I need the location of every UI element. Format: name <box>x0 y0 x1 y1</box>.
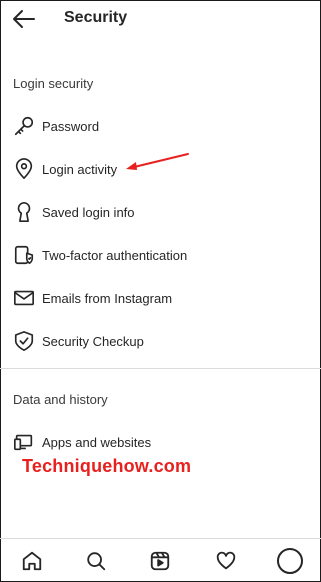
watermark-text: Techniquehow.com <box>22 456 192 476</box>
annotation-arrow <box>126 153 189 170</box>
section-header-login-security: Login security <box>13 76 94 91</box>
menu-label: Emails from Instagram <box>42 290 173 306</box>
profile-avatar <box>277 548 303 574</box>
menu-label: Password <box>42 118 100 134</box>
nav-home[interactable] <box>18 548 46 574</box>
menu-label: Two-factor authentication <box>42 247 188 263</box>
menu-item-saved-login-info[interactable]: Saved login info <box>0 192 321 232</box>
key-icon <box>12 114 36 138</box>
menu-label: Security Checkup <box>42 333 144 349</box>
search-icon <box>87 552 106 571</box>
nav-reels[interactable] <box>146 548 174 574</box>
heart-icon <box>216 551 236 570</box>
shield-phone-icon <box>12 243 36 267</box>
shield-check-icon <box>12 329 36 353</box>
nav-search[interactable] <box>82 548 110 574</box>
location-pin-icon <box>12 157 36 181</box>
nav-activity[interactable] <box>212 548 240 574</box>
menu-item-emails[interactable]: Emails from Instagram <box>0 278 321 318</box>
arrow-left-icon <box>13 10 35 28</box>
bottom-nav-bar <box>0 540 321 580</box>
back-button[interactable] <box>10 6 38 32</box>
menu-item-two-factor[interactable]: Two-factor authentication <box>0 235 321 275</box>
menu-label: Login activity <box>42 161 118 177</box>
devices-icon <box>12 430 36 454</box>
nav-profile[interactable] <box>276 548 304 574</box>
menu-item-security-checkup[interactable]: Security Checkup <box>0 321 321 361</box>
mail-icon <box>12 286 36 310</box>
page-title: Security <box>64 9 128 26</box>
top-bar: Security <box>0 0 321 38</box>
reels-icon <box>150 551 170 571</box>
menu-label: Saved login info <box>42 204 135 220</box>
menu-item-password[interactable]: Password <box>0 106 321 146</box>
section-header-data-history: Data and history <box>13 392 108 407</box>
section-divider <box>0 368 321 369</box>
home-icon <box>22 551 42 571</box>
nav-divider <box>0 538 321 539</box>
keyhole-icon <box>12 200 36 224</box>
menu-label: Apps and websites <box>42 434 152 450</box>
